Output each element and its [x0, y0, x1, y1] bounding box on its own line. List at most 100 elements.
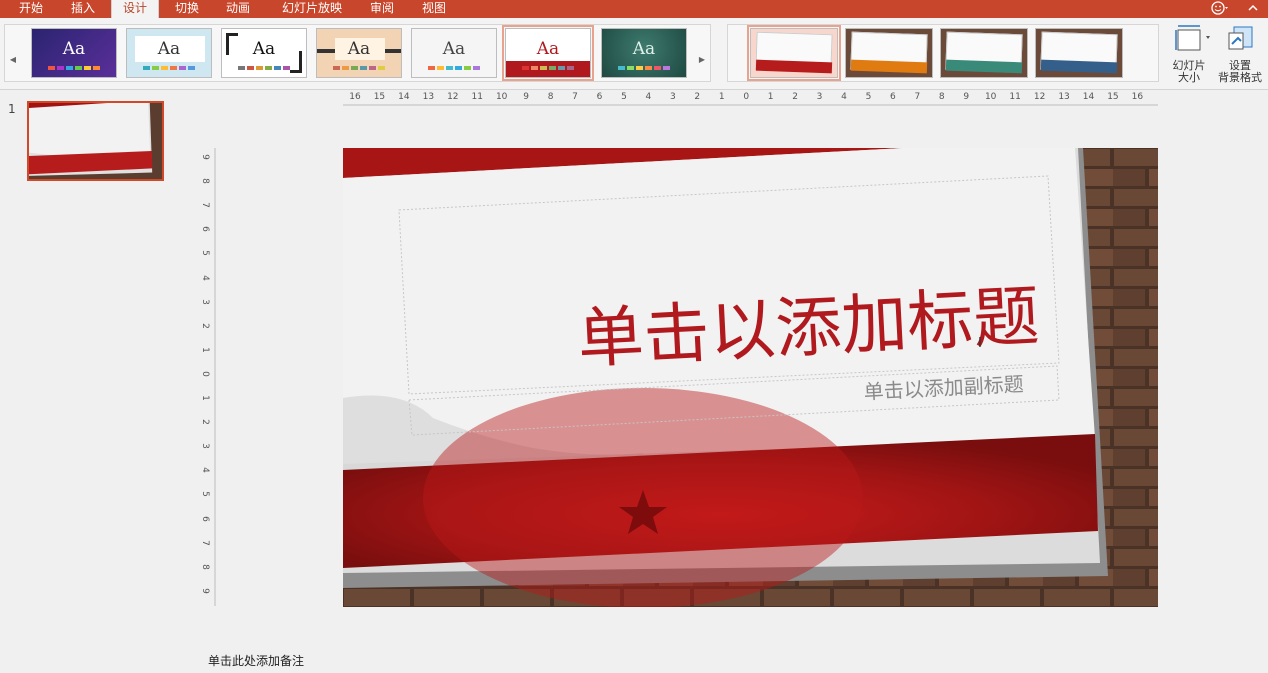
ruler-tick-label: 3	[669, 92, 676, 102]
ruler-tick-label: 3	[199, 298, 210, 305]
ruler-tick-label: 5	[199, 491, 210, 498]
ruler-tick-label: 7	[914, 92, 921, 102]
ribbon-tab-bar: 开始 插入 设计 切换 动画 幻灯片放映 审阅 视图	[0, 0, 1268, 18]
ruler-tick-label: 16	[1131, 92, 1144, 102]
theme-4[interactable]: Aa	[316, 28, 402, 78]
tab-insert[interactable]: 插入	[60, 0, 106, 18]
horizontal-ruler: 16 15 14 13 12 11 10 9 8 7 6 5 4 3 2 1 0 1 2 3 4 5 6 7 8 9 10 11 12 1…	[343, 90, 1158, 106]
theme-swatches	[317, 66, 401, 70]
ruler-tick-label: 1	[767, 92, 774, 102]
ruler-tick-label: 8	[199, 178, 210, 184]
ruler-tick-label: 11	[1009, 92, 1021, 102]
ruler-tick-label: 7	[572, 92, 578, 102]
ribbon-design: ◀ Aa Aa Aa Aa Aa Aa Aa ▶ 幻灯片 大小 设置 背景格式	[0, 18, 1268, 90]
theme-swatches	[127, 66, 211, 70]
tab-transitions[interactable]: 切换	[164, 0, 210, 18]
tab-slideshow[interactable]: 幻灯片放映	[270, 0, 354, 18]
slide-size-icon	[1173, 24, 1210, 54]
ruler-tick-label: 0	[199, 371, 210, 377]
theme-swatches	[602, 66, 686, 70]
theme-1[interactable]: Aa	[31, 28, 117, 78]
ruler-tick-label: 16	[349, 92, 361, 102]
text-cursor-icon: I	[978, 336, 982, 351]
theme-swatches	[32, 66, 116, 70]
ruler-tick-label: 4	[199, 467, 210, 474]
ruler-tick-label: 13	[422, 92, 435, 102]
ruler-tick-label: 8	[938, 92, 945, 102]
ruler-tick-label: 0	[743, 92, 750, 102]
ruler-tick-label: 10	[495, 92, 508, 102]
slide-background-art	[343, 148, 1158, 607]
theme-swatches	[222, 66, 306, 70]
theme-swatches	[412, 66, 496, 70]
slide-size-button[interactable]: 幻灯片 大小	[1166, 24, 1212, 84]
ruler-tick-label: 14	[398, 92, 410, 102]
variant-orange[interactable]	[845, 28, 933, 78]
ruler-tick-label: 8	[199, 563, 210, 570]
ruler-tick-label: 14	[1082, 92, 1095, 102]
notes-placeholder[interactable]: 单击此处添加备注	[208, 652, 304, 669]
ruler-tick-label: 2	[199, 419, 210, 426]
ruler-tick-label: 5	[199, 250, 210, 257]
ruler-tick-label: 6	[596, 92, 603, 102]
format-background-label-line2: 背景格式	[1218, 71, 1262, 84]
ruler-tick-label: 6	[890, 92, 896, 102]
tab-animations[interactable]: 动画	[215, 0, 261, 18]
theme-6[interactable]: Aa	[502, 25, 594, 81]
variant-red[interactable]	[747, 25, 841, 81]
ruler-tick-label: 12	[447, 92, 459, 102]
ruler-tick-label: 9	[199, 588, 210, 594]
ruler-tick-label: 1	[199, 395, 210, 401]
slide-canvas[interactable]: 单击以添加标题 单击以添加副标题 I	[343, 148, 1158, 607]
variants-gallery	[727, 24, 1159, 82]
ruler-tick-label: 7	[199, 202, 210, 209]
theme-7[interactable]: Aa	[601, 28, 687, 78]
ruler-tick-label: 3	[199, 443, 210, 450]
theme-3[interactable]: Aa	[221, 28, 307, 78]
ruler-tick-label: 2	[199, 322, 210, 329]
theme-2[interactable]: Aa	[126, 28, 212, 78]
ruler-tick-label: 8	[547, 92, 554, 102]
variant-blue[interactable]	[1035, 28, 1123, 78]
slide-number: 1	[8, 102, 16, 116]
vertical-ruler: 9 8 7 6 5 4 3 2 1 0 1 2 3 4 5 6 7 8 9	[200, 148, 216, 606]
ruler-tick-label: 10	[984, 92, 997, 102]
variant-teal[interactable]	[940, 28, 1028, 78]
ruler-tick-label: 13	[1058, 92, 1070, 102]
format-background-icon	[1224, 24, 1256, 54]
slide-size-label-line2: 大小	[1178, 71, 1200, 84]
themes-gallery: ◀ Aa Aa Aa Aa Aa Aa Aa ▶	[4, 24, 711, 82]
ruler-tick-label: 12	[1033, 92, 1046, 102]
powerpoint-window: 开始 插入 设计 切换 动画 幻灯片放映 审阅 视图 ◀ Aa Aa Aa Aa…	[0, 0, 1268, 673]
ruler-tick-label: 4	[645, 92, 652, 102]
theme-swatches	[506, 66, 590, 70]
gallery-scroll-left-icon[interactable]: ◀	[9, 55, 17, 65]
ruler-tick-label: 2	[694, 92, 701, 102]
ruler-tick-label: 1	[199, 346, 210, 353]
ruler-tick-label: 6	[199, 515, 210, 522]
slide-thumbnail[interactable]	[27, 101, 164, 181]
ruler-tick-label: 15	[373, 92, 386, 102]
tab-design[interactable]: 设计	[111, 0, 159, 18]
ruler-tick-label: 7	[199, 539, 210, 546]
ruler-tick-label: 4	[199, 274, 210, 281]
ruler-tick-label: 4	[841, 92, 847, 102]
ruler-tick-label: 9	[199, 154, 210, 160]
theme-5[interactable]: Aa	[411, 28, 497, 78]
ruler-tick-label: 1	[718, 92, 725, 102]
format-background-button[interactable]: 设置 背景格式	[1216, 24, 1264, 84]
ruler-tick-label: 6	[199, 226, 210, 233]
ruler-tick-label: 2	[792, 92, 798, 102]
collapse-ribbon-icon[interactable]	[1246, 0, 1262, 18]
ruler-tick-label: 11	[471, 92, 483, 102]
gallery-scroll-right-icon[interactable]: ▶	[698, 55, 706, 65]
ruler-tick-label: 9	[963, 92, 970, 102]
tab-review[interactable]: 审阅	[360, 0, 404, 18]
tab-home[interactable]: 开始	[8, 0, 54, 18]
ruler-tick-label: 5	[621, 92, 627, 102]
feedback-smiley-icon[interactable]	[1209, 0, 1231, 18]
ruler-tick-label: 9	[523, 92, 530, 102]
tab-view[interactable]: 视图	[412, 0, 456, 18]
ruler-tick-label: 15	[1107, 92, 1119, 102]
ruler-tick-label: 3	[816, 92, 823, 102]
